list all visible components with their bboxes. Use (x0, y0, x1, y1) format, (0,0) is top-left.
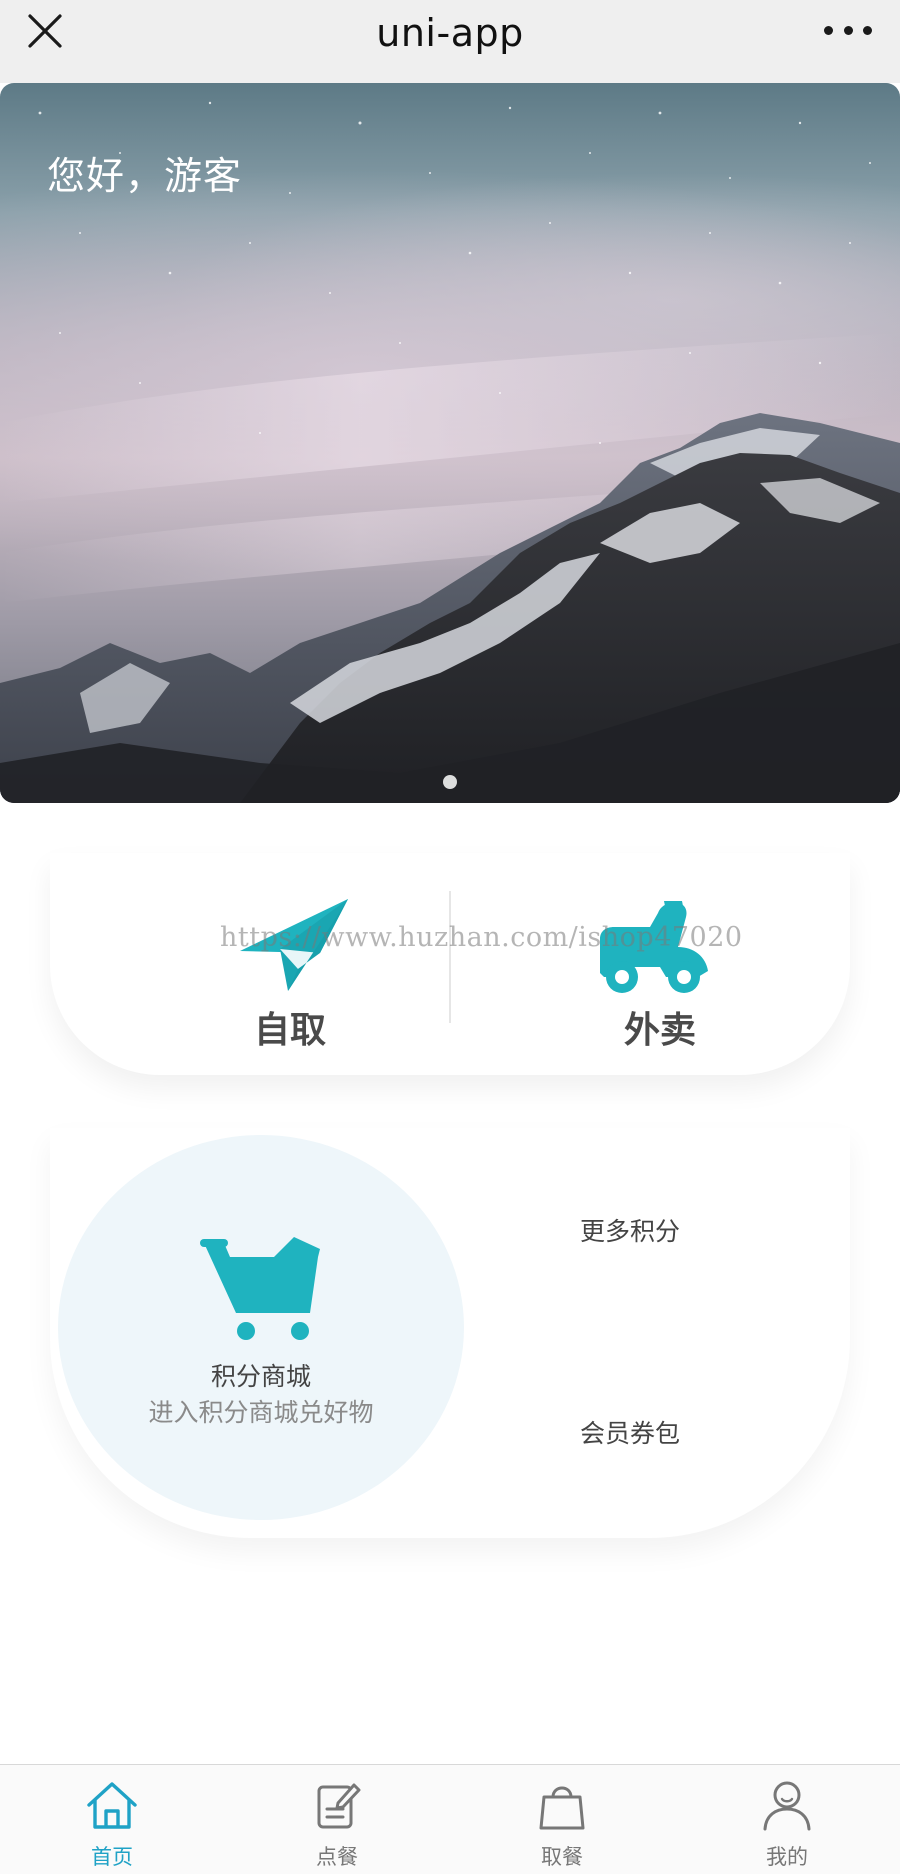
tab-home[interactable]: 首页 (52, 1779, 172, 1874)
dot (863, 25, 872, 35)
tab-pickup[interactable]: 取餐 (502, 1779, 622, 1874)
shopping-bag-icon (539, 1786, 585, 1830)
page-title: uni-app (376, 10, 524, 55)
pickup-label: 自取 (253, 1010, 326, 1051)
tab-order[interactable]: 点餐 (277, 1779, 397, 1874)
more-points-link[interactable]: 更多积分 (580, 1212, 680, 1248)
divider (449, 891, 451, 1023)
carousel-indicator-dot[interactable] (443, 775, 457, 789)
watermark-text: https://www.huzhan.com/ishop47020 (220, 922, 743, 953)
order-mode-card: 自取 外卖 (50, 853, 850, 1075)
points-mall-title: 积分商城 (210, 1362, 311, 1391)
hero-banner[interactable]: 您好，游客 (0, 83, 900, 803)
dot (824, 25, 833, 35)
more-dots-icon[interactable] (824, 20, 872, 40)
greeting-text: 您好，游客 (47, 154, 243, 198)
close-icon[interactable] (26, 12, 66, 52)
tab-home-label: 首页 (91, 1845, 133, 1869)
edit-note-icon (317, 1783, 361, 1829)
delivery-label: 外卖 (623, 1010, 696, 1051)
pickup-option[interactable]: 自取 (180, 891, 420, 1051)
points-mall-entry[interactable]: 积分商城 进入积分商城兑好物 (58, 1135, 464, 1520)
tab-mine-label: 我的 (766, 1845, 808, 1869)
home-icon (87, 1782, 137, 1829)
bottom-tabbar: 首页 点餐 取餐 我的 (0, 1764, 900, 1874)
user-icon (763, 1781, 811, 1831)
dot (843, 25, 853, 35)
tab-order-label: 点餐 (316, 1845, 358, 1869)
points-mall-subtitle: 进入积分商城兑好物 (148, 1398, 374, 1427)
tab-mine[interactable]: 我的 (727, 1779, 847, 1874)
shopping-cart-icon (200, 1237, 320, 1340)
delivery-option[interactable]: 外卖 (500, 891, 740, 1051)
top-navbar: uni-app (0, 0, 900, 83)
member-coupons-link[interactable]: 会员券包 (580, 1414, 680, 1450)
tab-pickup-label: 取餐 (541, 1845, 583, 1869)
